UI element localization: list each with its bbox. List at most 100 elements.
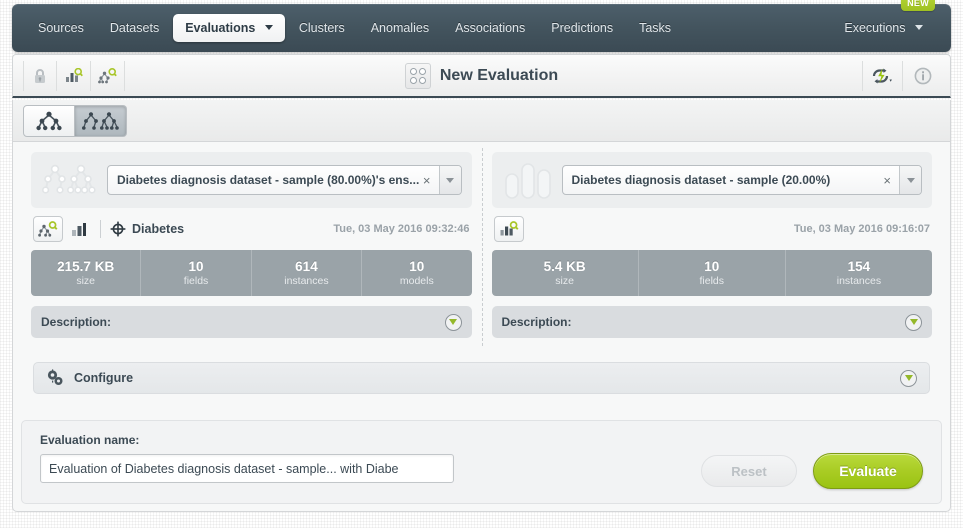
meta-separator: [100, 220, 101, 238]
nav-label: Evaluations: [185, 20, 256, 35]
subheader-tools: [13, 55, 125, 96]
stat-instances: 154 instances: [786, 250, 932, 296]
nav-item-datasets[interactable]: Datasets: [98, 15, 171, 42]
evaluation-form: Evaluation name: Reset Evaluate: [21, 420, 942, 504]
model-search-icon[interactable]: [91, 60, 125, 91]
ensemble-trees-icon: [81, 111, 119, 130]
page-title-group: New Evaluation: [13, 62, 950, 89]
evaluation-icon: [404, 62, 431, 89]
lock-icon[interactable]: [23, 60, 57, 91]
nav-label: Predictions: [551, 20, 614, 35]
stat-label: size: [555, 274, 574, 287]
tab-single-model[interactable]: [23, 104, 75, 137]
configure-section-header[interactable]: Configure: [33, 362, 930, 394]
stat-label: models: [399, 274, 434, 287]
objective-field-icon: [110, 221, 126, 237]
stat-label: fields: [699, 274, 725, 287]
right-resource-panel: Diabetes diagnosis dataset - sample (20.…: [482, 152, 943, 354]
left-stat-bar: 215.7 KB size 10 fields 614 instances 10…: [31, 250, 472, 296]
evaluate-button[interactable]: Evaluate: [813, 453, 923, 489]
right-dataset-search-icon[interactable]: [493, 216, 524, 242]
evaluation-name-label: Evaluation name:: [40, 433, 140, 447]
left-created-date: Tue, 03 May 2016 09:32:46: [333, 223, 470, 235]
right-meta-row: Tue, 03 May 2016 09:16:07: [492, 208, 933, 250]
stat-label: fields: [183, 274, 209, 287]
left-resource-clear-icon[interactable]: ×: [421, 166, 439, 194]
info-icon[interactable]: [902, 60, 942, 91]
right-resource-dropdown-arrow[interactable]: [899, 166, 921, 194]
evaluation-name-group: Evaluation name:: [40, 433, 454, 483]
evaluation-name-input[interactable]: [40, 454, 454, 483]
left-resource-select[interactable]: Diabetes diagnosis dataset - sample (80.…: [107, 165, 462, 195]
nav-item-tasks[interactable]: Tasks: [627, 15, 683, 42]
gears-icon: [46, 369, 65, 387]
page-title: New Evaluation: [439, 66, 559, 84]
nav-item-predictions[interactable]: Predictions: [539, 15, 625, 42]
dataset-search-icon[interactable]: [57, 60, 91, 91]
right-select-row: Diabetes diagnosis dataset - sample (20.…: [491, 152, 932, 208]
left-description-row[interactable]: Description:: [31, 306, 472, 338]
stat-fields: 10 fields: [639, 250, 786, 296]
nav-item-associations[interactable]: Associations: [443, 15, 537, 42]
nav-item-evaluations[interactable]: Evaluations: [173, 13, 285, 43]
stat-fields: 10 fields: [141, 250, 252, 296]
nav-label: Clusters: [298, 20, 345, 35]
nav-label: Datasets: [109, 20, 160, 35]
stat-value: 154: [847, 259, 871, 275]
expand-description-icon[interactable]: [905, 313, 922, 331]
stat-size: 5.4 KB size: [492, 250, 639, 296]
top-navigation-bar: Sources Datasets Evaluations Clusters An…: [12, 0, 951, 52]
left-resource-dropdown-arrow[interactable]: [438, 166, 461, 194]
ensemble-trees-icon: [41, 161, 99, 199]
left-dataset-bars-icon: [71, 222, 91, 237]
nav-item-executions[interactable]: Executions: [832, 15, 935, 42]
lightning-menu-icon[interactable]: [862, 60, 902, 91]
new-badge: NEW: [901, 0, 935, 11]
stat-label: size: [76, 274, 96, 287]
nav-label: Anomalies: [370, 20, 430, 35]
right-created-date: Tue, 03 May 2016 09:16:07: [793, 223, 930, 235]
form-actions: Reset Evaluate: [701, 453, 923, 489]
tab-ensemble[interactable]: [75, 104, 127, 137]
view-tab-strip: [12, 100, 951, 142]
stat-value: 10: [409, 259, 425, 275]
stat-value: 215.7 KB: [57, 259, 115, 275]
left-resource-panel: Diabetes diagnosis dataset - sample (80.…: [21, 152, 482, 354]
model-tree-icon: [36, 111, 62, 130]
stat-value: 614: [295, 259, 318, 275]
reset-button[interactable]: Reset: [701, 455, 797, 487]
chevron-down-icon: [915, 24, 923, 30]
right-description-label: Description:: [501, 315, 572, 329]
left-select-row: Diabetes diagnosis dataset - sample (80.…: [31, 152, 472, 208]
chevron-down-icon: [264, 24, 273, 30]
right-description-row[interactable]: Description:: [491, 306, 932, 338]
stat-label: instances: [836, 274, 882, 287]
main-content: Diabetes diagnosis dataset - sample (80.…: [12, 142, 951, 512]
expand-configure-icon[interactable]: [900, 369, 917, 387]
nav-item-sources[interactable]: Sources: [26, 15, 96, 42]
stat-value: 5.4 KB: [543, 259, 586, 275]
nav-item-anomalies[interactable]: Anomalies: [359, 15, 441, 42]
nav-right-group: NEW Executions: [832, 0, 937, 42]
stat-value: 10: [188, 259, 204, 275]
left-model-search-icon[interactable]: [33, 216, 63, 242]
nav-item-clusters[interactable]: Clusters: [287, 15, 357, 42]
left-description-label: Description:: [41, 315, 112, 329]
stat-value: 10: [704, 259, 720, 275]
right-stat-bar: 5.4 KB size 10 fields 154 instances: [491, 250, 932, 296]
left-objective-name: Diabetes: [132, 222, 185, 236]
stat-size: 215.7 KB size: [31, 250, 142, 296]
page-subheader: New Evaluation: [12, 54, 951, 98]
nav-label: Executions: [844, 20, 906, 35]
resource-panels: Diabetes diagnosis dataset - sample (80.…: [13, 142, 950, 354]
expand-description-icon[interactable]: [444, 313, 462, 331]
stat-label: instances: [284, 274, 329, 287]
dataset-bars-icon: [502, 160, 554, 200]
left-resource-select-value: Diabetes diagnosis dataset - sample (80.…: [117, 173, 420, 187]
configure-label: Configure: [74, 371, 134, 385]
right-resource-select-value: Diabetes diagnosis dataset - sample (20.…: [571, 173, 831, 187]
stat-models: 10 models: [362, 250, 471, 296]
right-resource-select[interactable]: Diabetes diagnosis dataset - sample (20.…: [561, 165, 922, 195]
panel-divider: [481, 148, 483, 346]
right-resource-clear-icon[interactable]: ×: [881, 166, 899, 194]
